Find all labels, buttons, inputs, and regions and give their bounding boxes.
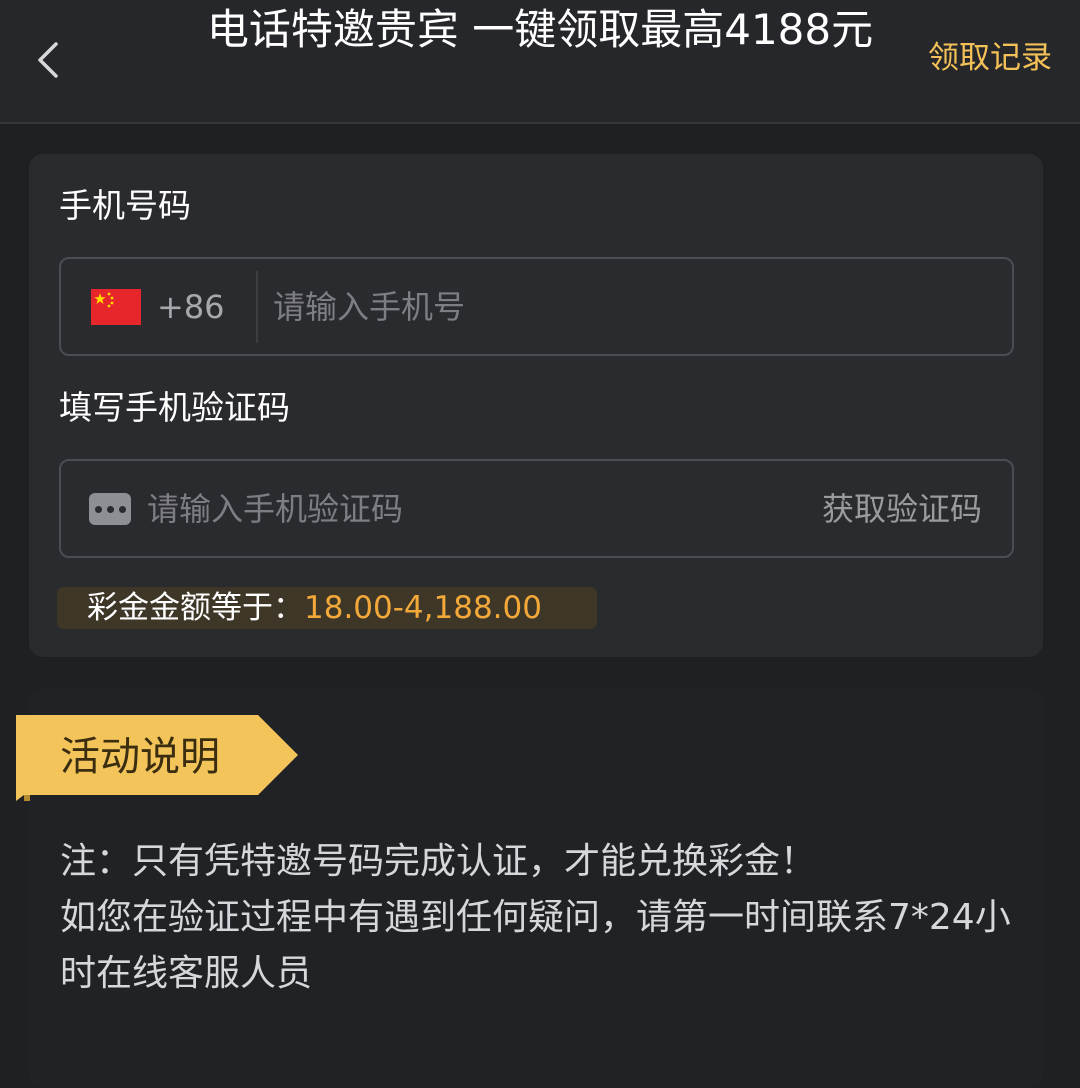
top-nav-bar: 电话特邀贵宾 一键领取最高4188元 领取记录 bbox=[0, 0, 1080, 124]
bonus-label: 彩金金额等于： bbox=[87, 590, 304, 626]
page-title: 电话特邀贵宾 一键领取最高4188元 bbox=[206, 5, 874, 54]
phone-label: 手机号码 bbox=[59, 186, 191, 225]
claim-records-link[interactable]: 领取记录 bbox=[928, 36, 1052, 80]
activity-contact-line: 如您在验证过程中有遇到任何疑问，请第一时间联系7*24小时在线客服人员 bbox=[60, 897, 1011, 994]
china-flag-icon[interactable] bbox=[91, 289, 141, 325]
code-field-box: 获取验证码 bbox=[59, 459, 1014, 558]
get-code-button[interactable]: 获取验证码 bbox=[822, 485, 982, 533]
activity-title-ribbon: 活动说明 bbox=[16, 713, 298, 803]
chevron-left-icon bbox=[38, 42, 58, 78]
activity-description: 注：只有凭特邀号码完成认证，才能兑换彩金！ 如您在验证过程中有遇到任何疑问，请第… bbox=[60, 834, 1030, 1002]
phone-field-box: +86 bbox=[59, 257, 1014, 356]
bonus-amount-badge: 彩金金额等于：18.00-4,188.00 bbox=[57, 587, 597, 629]
code-label: 填写手机验证码 bbox=[59, 388, 290, 427]
phone-number-input[interactable] bbox=[273, 279, 993, 335]
verification-form-card: 手机号码 +86 填写手机验证码 获取验证码 彩金金额等于：18.00-4,18… bbox=[29, 154, 1043, 657]
divider bbox=[256, 271, 258, 343]
message-dots-icon bbox=[89, 493, 131, 525]
activity-title: 活动说明 bbox=[60, 734, 220, 780]
bonus-value: 18.00-4,188.00 bbox=[304, 590, 542, 626]
country-code-selector[interactable]: +86 bbox=[157, 283, 225, 331]
back-button[interactable] bbox=[22, 30, 76, 90]
verification-code-input[interactable] bbox=[147, 481, 767, 537]
activity-note-line: 注：只有凭特邀号码完成认证，才能兑换彩金！ bbox=[60, 841, 817, 882]
